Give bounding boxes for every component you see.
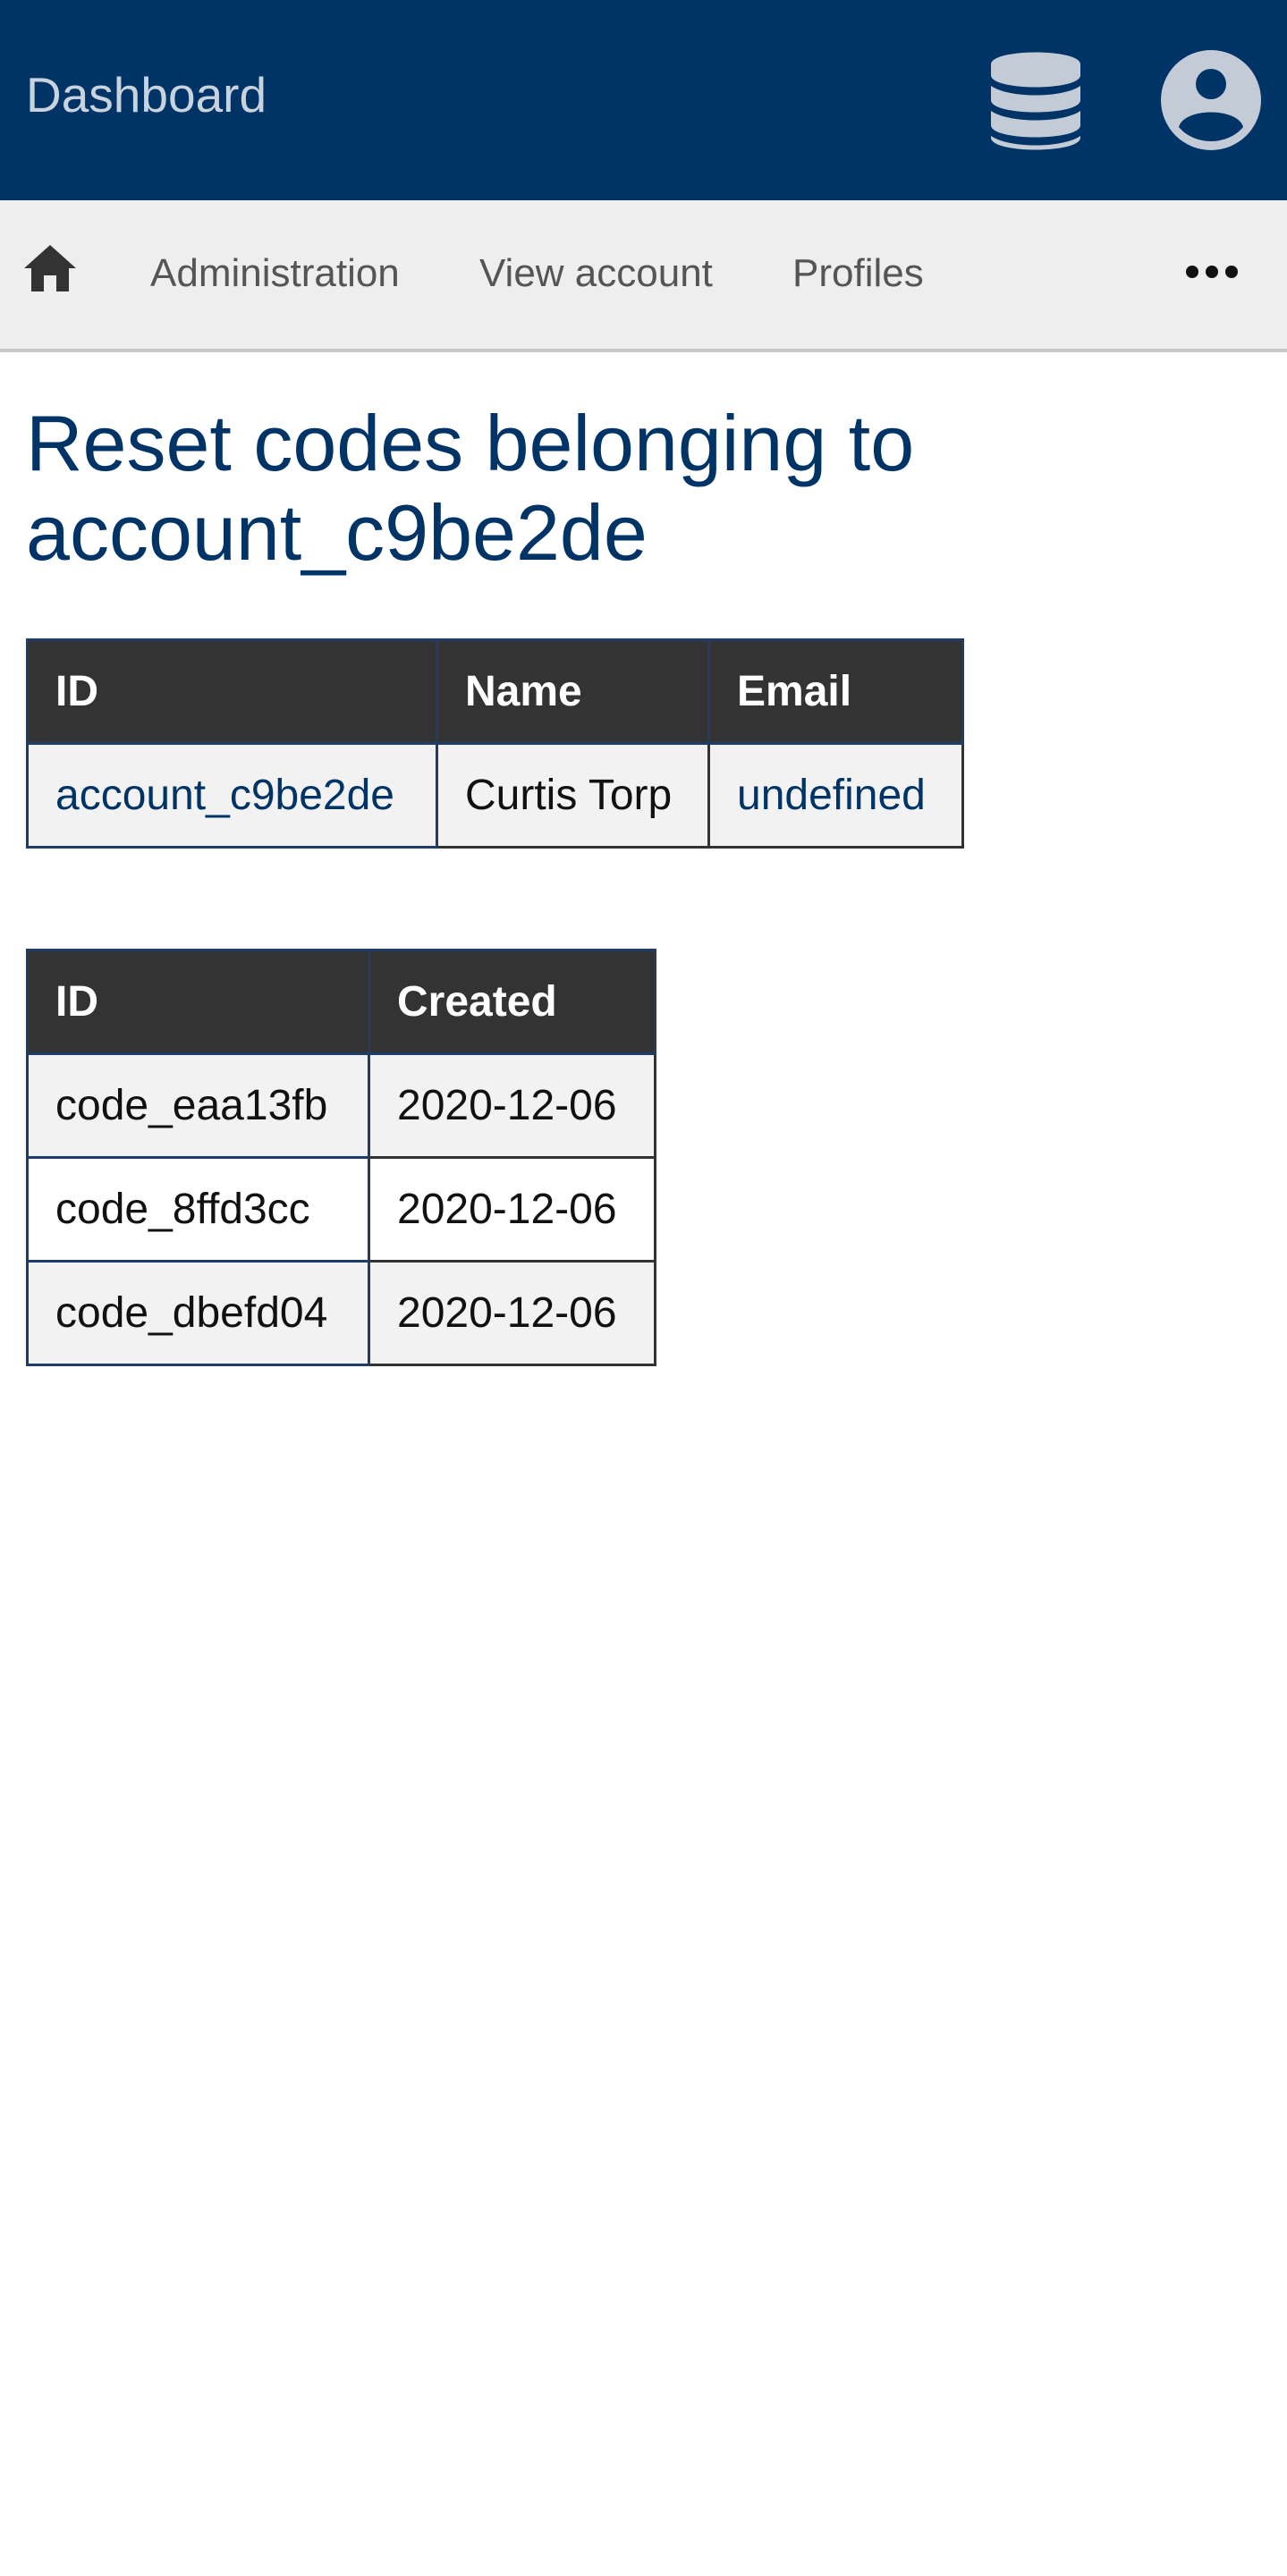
database-icon[interactable] [991,48,1080,152]
account-email-link[interactable]: undefined [737,772,926,819]
account-table: ID Name Email account_c9be2de Curtis Tor… [26,638,964,849]
account-name-cell: Curtis Torp [436,742,710,849]
account-id-link[interactable]: account_c9be2de [55,772,394,819]
top-header: Dashboard [0,0,1287,200]
nav-view-account[interactable]: View account [479,247,713,300]
table-header-row: ID Created [26,949,656,1055]
code-created-cell: 2020-12-06 [368,1260,656,1366]
dashboard-link[interactable]: Dashboard [26,66,267,123]
column-header-email: Email [707,638,964,745]
code-created-cell: 2020-12-06 [368,1156,656,1263]
home-icon[interactable] [24,245,76,291]
code-created-cell: 2020-12-06 [368,1052,656,1159]
main-nav: Administration View account Profiles [0,200,1287,352]
page-title: Reset codes belonging to account_c9be2de [26,399,915,577]
reset-codes-table: ID Created code_eaa13fb 2020-12-06 code_… [26,949,656,1366]
code-id-cell: code_8ffd3cc [26,1156,370,1263]
account-id-cell: account_c9be2de [26,742,438,849]
nav-profiles[interactable]: Profiles [792,247,924,300]
user-circle-icon[interactable] [1161,50,1261,150]
table-header-row: ID Name Email [26,638,964,745]
column-header-id: ID [26,638,438,745]
table-row: account_c9be2de Curtis Torp undefined [26,742,964,849]
column-header-created: Created [368,949,656,1055]
column-header-name: Name [436,638,710,745]
account-email-cell: undefined [707,742,964,849]
code-id-cell: code_eaa13fb [26,1052,370,1159]
code-id-cell: code_dbefd04 [26,1260,370,1366]
nav-administration[interactable]: Administration [150,247,400,300]
ellipsis-icon[interactable] [1186,265,1238,279]
table-row: code_8ffd3cc 2020-12-06 [26,1156,656,1263]
table-row: code_eaa13fb 2020-12-06 [26,1052,656,1159]
table-row: code_dbefd04 2020-12-06 [26,1260,656,1366]
column-header-id: ID [26,949,370,1055]
